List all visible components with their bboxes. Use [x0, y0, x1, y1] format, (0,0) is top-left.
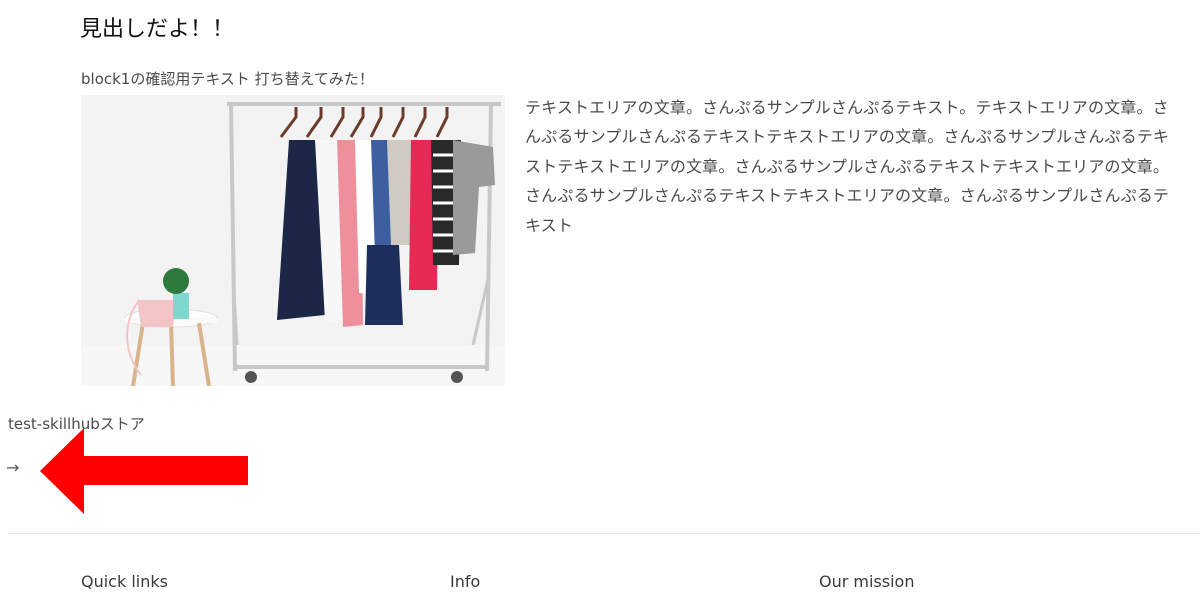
footer-heading-quick-links: Quick links: [81, 572, 168, 591]
footer-divider: [8, 533, 1200, 534]
red-arrow-left-icon: [40, 428, 248, 514]
footer-heading-info: Info: [450, 572, 481, 591]
clothing-rack-image: [81, 95, 505, 386]
footer-heading-our-mission: Our mission: [819, 572, 915, 591]
page-heading: 見出しだよ！！: [80, 17, 235, 42]
text-area-content: テキストエリアの文章。さんぷるサンプルさんぷるテキスト。テキストエリアの文章。さ…: [525, 98, 1170, 235]
arrow-right-icon[interactable]: →: [6, 457, 28, 479]
block-caption: block1の確認用テキスト 打ち替えてみた！: [81, 70, 374, 88]
clothing-rack-illustration: [81, 95, 505, 386]
